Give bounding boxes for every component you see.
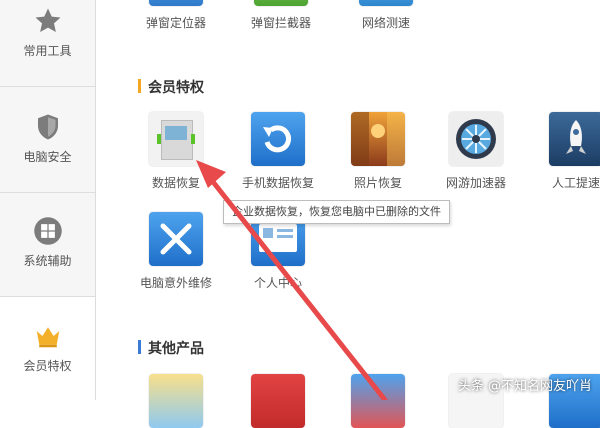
tile-manual-speedup[interactable]: 人工提速 [536, 112, 600, 191]
product-icon [351, 374, 405, 428]
divider [0, 86, 95, 87]
sidebar-item-pc-security[interactable]: 电脑安全 [0, 112, 95, 165]
game-accelerator-icon [449, 112, 503, 166]
sidebar-item-label: 常用工具 [23, 44, 72, 58]
tile-label: 个人中心 [253, 276, 302, 290]
tile-phone-data-recovery[interactable]: 手机数据恢复 [238, 112, 318, 191]
speed-test-icon [359, 0, 413, 6]
popup-blocker-icon [254, 0, 308, 6]
sidebar-item-label: 系统辅助 [23, 254, 72, 268]
popup-locator-icon [149, 0, 203, 6]
tile-label: 人工提速 [551, 176, 600, 190]
sidebar-item-system-assist[interactable]: 系统辅助 [0, 216, 95, 269]
tile-photo-recovery[interactable]: 照片恢复 [338, 112, 418, 191]
tile-label: 网游加速器 [445, 176, 506, 190]
divider [0, 192, 95, 193]
sidebar-item-member-privileges[interactable]: 会员特权 [0, 297, 95, 400]
tile-label: 弹窗定位器 [145, 16, 206, 30]
tile-label: 手机数据恢复 [241, 176, 314, 190]
tile-network-speed-test[interactable]: 网络测速 [346, 0, 426, 31]
weather-icon [149, 374, 203, 428]
phone-recovery-icon [251, 112, 305, 166]
tile-data-recovery[interactable]: 数据恢复 [136, 112, 216, 191]
news-icon [251, 374, 305, 428]
tile-other-product-2[interactable] [238, 374, 318, 428]
tile-pc-accident-repair[interactable]: 电脑意外维修 [136, 212, 216, 291]
sidebar-item-common-tools[interactable]: 常用工具 [0, 6, 95, 59]
repair-tools-icon [149, 212, 203, 266]
tile-label: 照片恢复 [353, 176, 402, 190]
data-recovery-icon [149, 112, 203, 166]
section-title-other-products: 其他产品 [138, 338, 204, 358]
watermark: 头条 @不知名网友吖肖 [457, 379, 592, 394]
crown-icon [36, 327, 59, 348]
tile-game-accelerator[interactable]: 网游加速器 [436, 112, 516, 191]
tile-label: 网络测速 [361, 16, 410, 30]
tile-other-product-3[interactable] [338, 374, 418, 428]
shield-icon [37, 114, 58, 140]
tile-popup-blocker[interactable]: 弹窗拦截器 [241, 0, 321, 31]
star-icon [35, 8, 60, 32]
section-title-member: 会员特权 [138, 77, 204, 97]
windows-icon [33, 217, 62, 245]
sidebar: 常用工具 电脑安全 系统辅助 会员特权 [0, 0, 96, 400]
sidebar-item-label: 电脑安全 [23, 150, 72, 164]
rocket-icon [549, 112, 600, 166]
tile-label: 数据恢复 [151, 176, 200, 190]
sidebar-item-label: 会员特权 [23, 359, 72, 373]
tooltip: 企业数据恢复，恢复您电脑中已删除的文件 [223, 200, 450, 224]
tile-other-product-1[interactable] [136, 374, 216, 428]
tile-label: 弹窗拦截器 [250, 16, 311, 30]
tile-label: 电脑意外维修 [139, 276, 212, 290]
tile-popup-locator[interactable]: 弹窗定位器 [136, 0, 216, 31]
photo-recovery-icon [351, 112, 405, 166]
